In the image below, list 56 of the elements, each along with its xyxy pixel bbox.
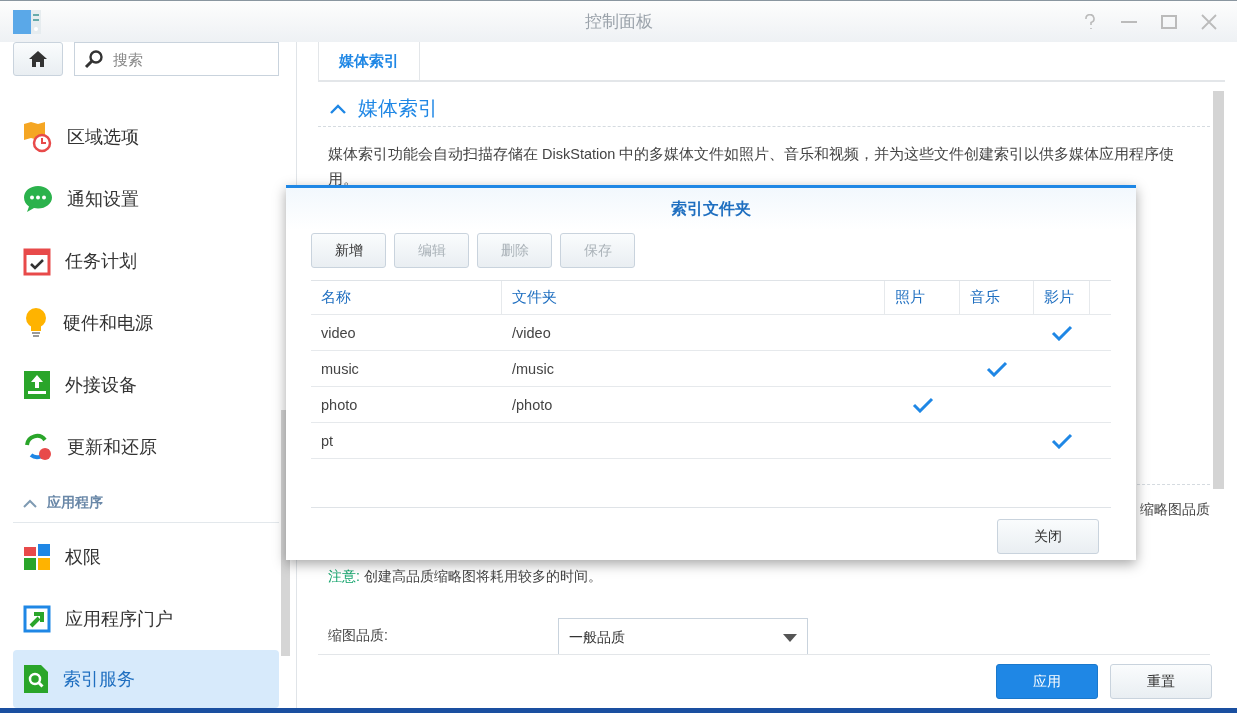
chat-bubble-icon xyxy=(23,184,53,214)
document-search-icon xyxy=(23,664,49,694)
sidebar-item[interactable]: 索引服务 xyxy=(13,650,279,708)
reset-button[interactable]: 重置 xyxy=(1110,664,1212,699)
table-cell: /video xyxy=(512,324,551,341)
column-header[interactable]: 文件夹 xyxy=(502,281,885,314)
section-title: 应用程序 xyxy=(47,494,103,512)
home-icon xyxy=(28,50,48,68)
toolbar-button[interactable]: 新增 xyxy=(311,233,386,268)
calendar-check-icon xyxy=(23,246,51,276)
sidebar-item[interactable]: 更新和还原 xyxy=(13,416,279,478)
sidebar-item[interactable]: 通知设置 xyxy=(13,168,279,230)
table-cell-text: pt xyxy=(320,431,335,451)
maximize-icon[interactable] xyxy=(1161,14,1177,29)
close-button[interactable]: 关闭 xyxy=(997,519,1099,554)
search-field[interactable]: 搜索 xyxy=(74,42,279,76)
column-header[interactable]: 影片 xyxy=(1034,281,1090,314)
search-icon xyxy=(84,49,104,69)
note-label: 注意: xyxy=(328,568,360,584)
sidebar-item[interactable]: 外接设备 xyxy=(13,354,279,416)
section-header[interactable]: 应用程序 xyxy=(13,484,279,523)
quality-dropdown[interactable]: 一般品质 xyxy=(558,618,808,654)
lightbulb-icon xyxy=(23,307,49,339)
apply-button[interactable]: 应用 xyxy=(996,664,1098,699)
window-title: 控制面板 xyxy=(583,11,654,33)
scrollbar-thumb[interactable] xyxy=(1213,91,1224,489)
upload-drive-icon xyxy=(23,370,51,400)
refresh-icon xyxy=(23,432,53,462)
dropdown-arrow-icon xyxy=(783,634,797,642)
option-text: 缩略图品质 xyxy=(1140,501,1210,519)
map-clock-icon xyxy=(23,121,53,153)
field-label: 缩图品质: xyxy=(328,626,389,645)
help-icon[interactable] xyxy=(1083,13,1097,30)
sidebar-item[interactable]: 权限 xyxy=(13,526,279,588)
dialog-title: 索引文件夹 xyxy=(286,188,1136,230)
note-text: 创建高品质缩略图将耗用较多的时间。 xyxy=(363,568,602,584)
caret-icon xyxy=(330,103,346,114)
column-header[interactable]: 名称 xyxy=(311,281,502,314)
table-cell-text: video xyxy=(320,323,357,343)
column-header[interactable]: 照片 xyxy=(885,281,960,314)
sidebar-item[interactable]: 区域选项 xyxy=(13,106,279,168)
home-button[interactable] xyxy=(13,42,63,76)
table-cell: /photo xyxy=(512,396,553,413)
app-icon xyxy=(12,8,42,35)
table-cell-text: music xyxy=(320,359,360,379)
section-header[interactable]: 媒体索引 xyxy=(318,91,1210,127)
sidebar-item[interactable]: 硬件和电源 xyxy=(13,292,279,354)
table-cell-text: photo xyxy=(320,395,359,415)
column-header[interactable]: 音乐 xyxy=(960,281,1034,314)
table-cell: /music xyxy=(512,360,554,377)
close-icon[interactable] xyxy=(1201,13,1217,30)
sidebar-item[interactable]: 应用程序门户 xyxy=(13,588,279,650)
caret-icon xyxy=(23,498,37,508)
section-title: 媒体索引 xyxy=(358,96,438,121)
sidebar-item[interactable]: 任务计划 xyxy=(13,230,279,292)
tab[interactable]: 媒体索引 xyxy=(318,42,420,80)
